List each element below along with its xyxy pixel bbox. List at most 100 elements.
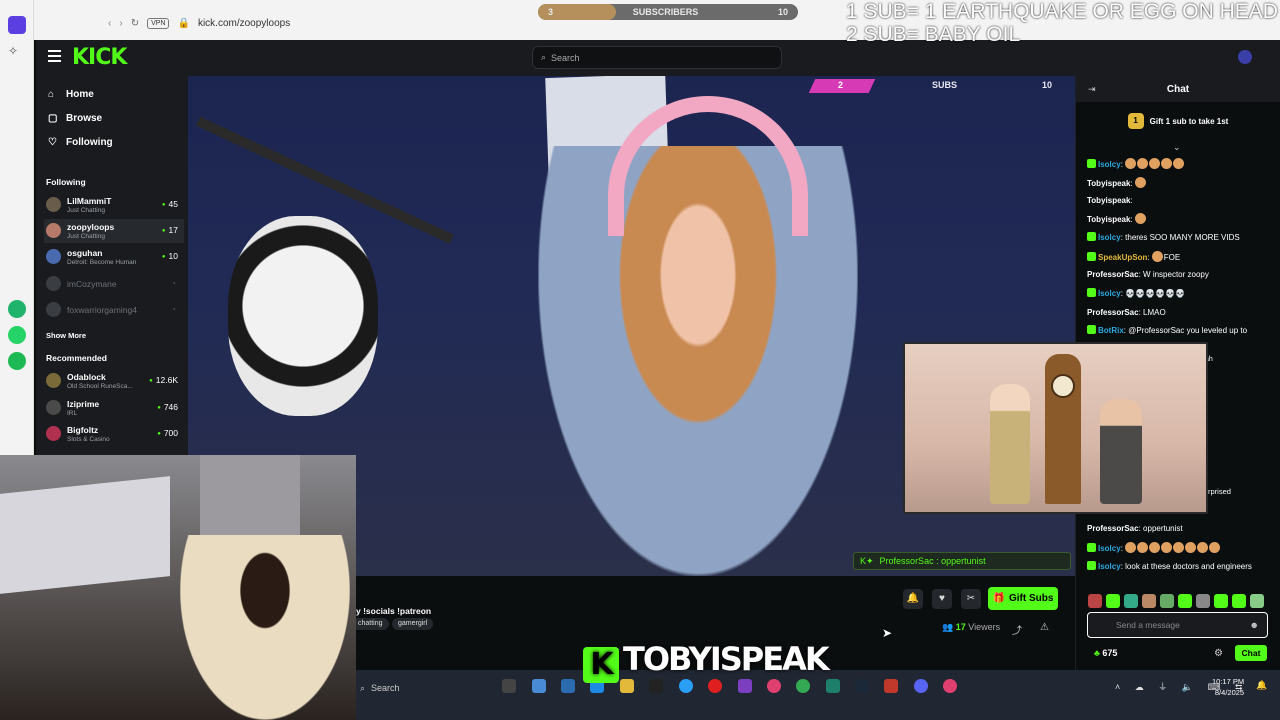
viewer-count: 👥 17 Viewers [942,622,1000,633]
copilot-icon[interactable] [532,679,546,693]
warning-icon[interactable]: ⚠ [1040,622,1049,633]
nav-following[interactable]: ♡ Following [48,137,113,148]
nav-home[interactable]: ⌂ Home [48,89,94,100]
channel-name: zoopyloops [67,222,115,232]
pinned-gift-leaderboard[interactable]: 1 Gift 1 sub to take 1st [1076,106,1280,136]
share-icon[interactable]: ⤴ [1012,622,1022,637]
emote-icon[interactable] [1178,594,1192,608]
notification-bell-icon[interactable]: 🔔 [903,589,923,609]
gear-icon[interactable]: ⚙ [1214,648,1223,659]
store-icon[interactable] [561,679,575,693]
emote-quick-bar[interactable] [1088,594,1268,608]
avatar [46,373,61,388]
sidebar-channel-iziprime[interactable]: Iziprime IRL 746 [44,396,184,420]
chat-username[interactable]: Tobyispeak [1087,215,1130,224]
chat-username[interactable]: Isolcy [1098,562,1121,571]
emote-icon[interactable] [1142,594,1156,608]
chat-message: BotRix: @ProfessorSac you leveled up to [1087,325,1272,336]
user-badge-icon [1087,232,1096,241]
chat-text: oppertunist [1143,524,1183,533]
taskbar-clock[interactable]: 10:17 PM 8/4/2025 [1212,676,1244,698]
kick-logo[interactable]: KICK [72,45,127,70]
whatsapp-icon[interactable] [8,326,26,344]
stream-tag[interactable]: gamergirl [392,618,434,630]
chevron-down-icon[interactable]: ⌄ [1173,142,1181,153]
chat-username[interactable]: Isolcy [1098,544,1121,553]
channel-name: foxwarriorgaming4 [67,305,137,315]
subs-goal-label: SUBS [932,80,958,90]
chat-send-button[interactable]: Chat [1235,645,1267,661]
sidebar-channel-osguhan[interactable]: osguhan Detroit: Become Human 10 [44,245,184,269]
workspace-icon[interactable] [8,16,26,34]
chat-username[interactable]: Tobyispeak [1087,179,1130,188]
nav-browse[interactable]: ▢ Browse [48,113,102,124]
menu-icon[interactable] [48,50,61,63]
url-text[interactable]: kick.com/zoopyloops [198,18,290,29]
chat-message-input[interactable]: Send a message ☻ [1087,612,1268,638]
heart-icon[interactable]: ♥ [932,589,952,609]
channel-points[interactable]: 675 [1094,648,1117,658]
chatgpt-icon[interactable] [8,300,26,318]
chat-username[interactable]: Isolcy [1098,289,1121,298]
clock-date: 8/4/2025 [1214,688,1245,697]
emote-icon[interactable] [1124,594,1138,608]
vpn-badge[interactable]: VPN [147,17,170,29]
emote-icon[interactable] [1214,594,1228,608]
gift-subs-button[interactable]: 🎁 Gift Subs [988,587,1058,610]
chat-username[interactable]: Isolcy [1098,160,1121,169]
discord-icon[interactable] [914,679,928,693]
avatar [46,249,61,264]
sidebar-channel-foxwarriorgaming4[interactable]: foxwarriorgaming4 ◔ [44,298,184,322]
emote-icon[interactable] [1088,594,1102,608]
sidebar-channel-imcozymane[interactable]: imCozymane ◔ [44,272,184,296]
chat-username[interactable]: Isolcy [1098,233,1121,242]
chat-text: look at these doctors and engineers [1125,562,1252,571]
emote-icon[interactable] [1232,594,1246,608]
task-view-icon[interactable] [502,679,516,693]
steam-icon[interactable] [855,679,869,693]
emote-icon[interactable] [1250,594,1264,608]
chat-username[interactable]: Tobyispeak [1087,196,1130,205]
channel-name: osguhan [67,248,103,258]
taskbar-search[interactable]: ⌕ Search [356,678,486,698]
nexus-icon[interactable] [884,679,898,693]
chat-username[interactable]: ProfessorSac [1087,270,1139,279]
notifications-icon[interactable]: 🔔 [1256,680,1267,691]
forward-icon[interactable]: › [119,18,122,29]
sidebar-channel-odablock[interactable]: Odablock Old School RuneSca... 12.6K [44,369,184,393]
back-icon[interactable]: ‹ [108,18,111,29]
stream-title: y !socials !patreon [356,606,432,616]
sidebar-channel-bigfoltz[interactable]: Bigfoltz Slots & Casino 700 [44,422,184,446]
spotify-icon[interactable] [8,352,26,370]
channel-name: Bigfoltz [67,425,99,435]
user-avatar[interactable] [1238,50,1252,64]
chat-message: ProfessorSac: LMAO [1087,307,1272,318]
pin-icon[interactable]: ✧ [8,44,26,62]
app-icon[interactable] [943,679,957,693]
chat-username[interactable]: SpeakUpSon [1098,253,1147,262]
subs-goal-target: 10 [1041,80,1052,90]
streamer-watermark-logo: K TOBYISPEAK [583,640,830,683]
stream-tag[interactable]: chatting [352,618,389,630]
chat-message: Tobyispeak: [1087,195,1272,206]
reload-icon[interactable]: ↻ [131,18,139,29]
system-tray[interactable]: ˄ ☁ ⏚ 🔈 ⌨ ⇆ ◑ [1115,680,1268,693]
sidebar-channel-zoopyloops[interactable]: zoopyloops Just Chatting 17 [44,219,184,243]
chat-username[interactable]: ProfessorSac [1087,524,1139,533]
collapse-chat-icon[interactable]: ⇥ [1088,84,1096,95]
emoji-icon[interactable]: ☻ [1250,620,1259,630]
clip-icon[interactable]: ✂ [961,589,981,609]
chat-username[interactable]: BotRix [1098,326,1124,335]
emote-icon[interactable] [1160,594,1174,608]
chat-username[interactable]: ProfessorSac [1087,308,1139,317]
sidebar-channel-lilmammit[interactable]: LilMammiT Just Chatting 45 [44,193,184,217]
search-input[interactable]: ⌕ Search [532,46,782,69]
show-more-link[interactable]: Show More [46,331,86,340]
address-bar[interactable]: ‹ › ↻ VPN 🔒 kick.com/zoopyloops [108,13,538,33]
emote-icon [1134,177,1146,188]
emote-icon[interactable] [1106,594,1120,608]
avatar [46,400,61,415]
app-icon[interactable] [826,679,840,693]
emote-icon[interactable] [1196,594,1210,608]
chat-separator: : [1130,196,1133,205]
